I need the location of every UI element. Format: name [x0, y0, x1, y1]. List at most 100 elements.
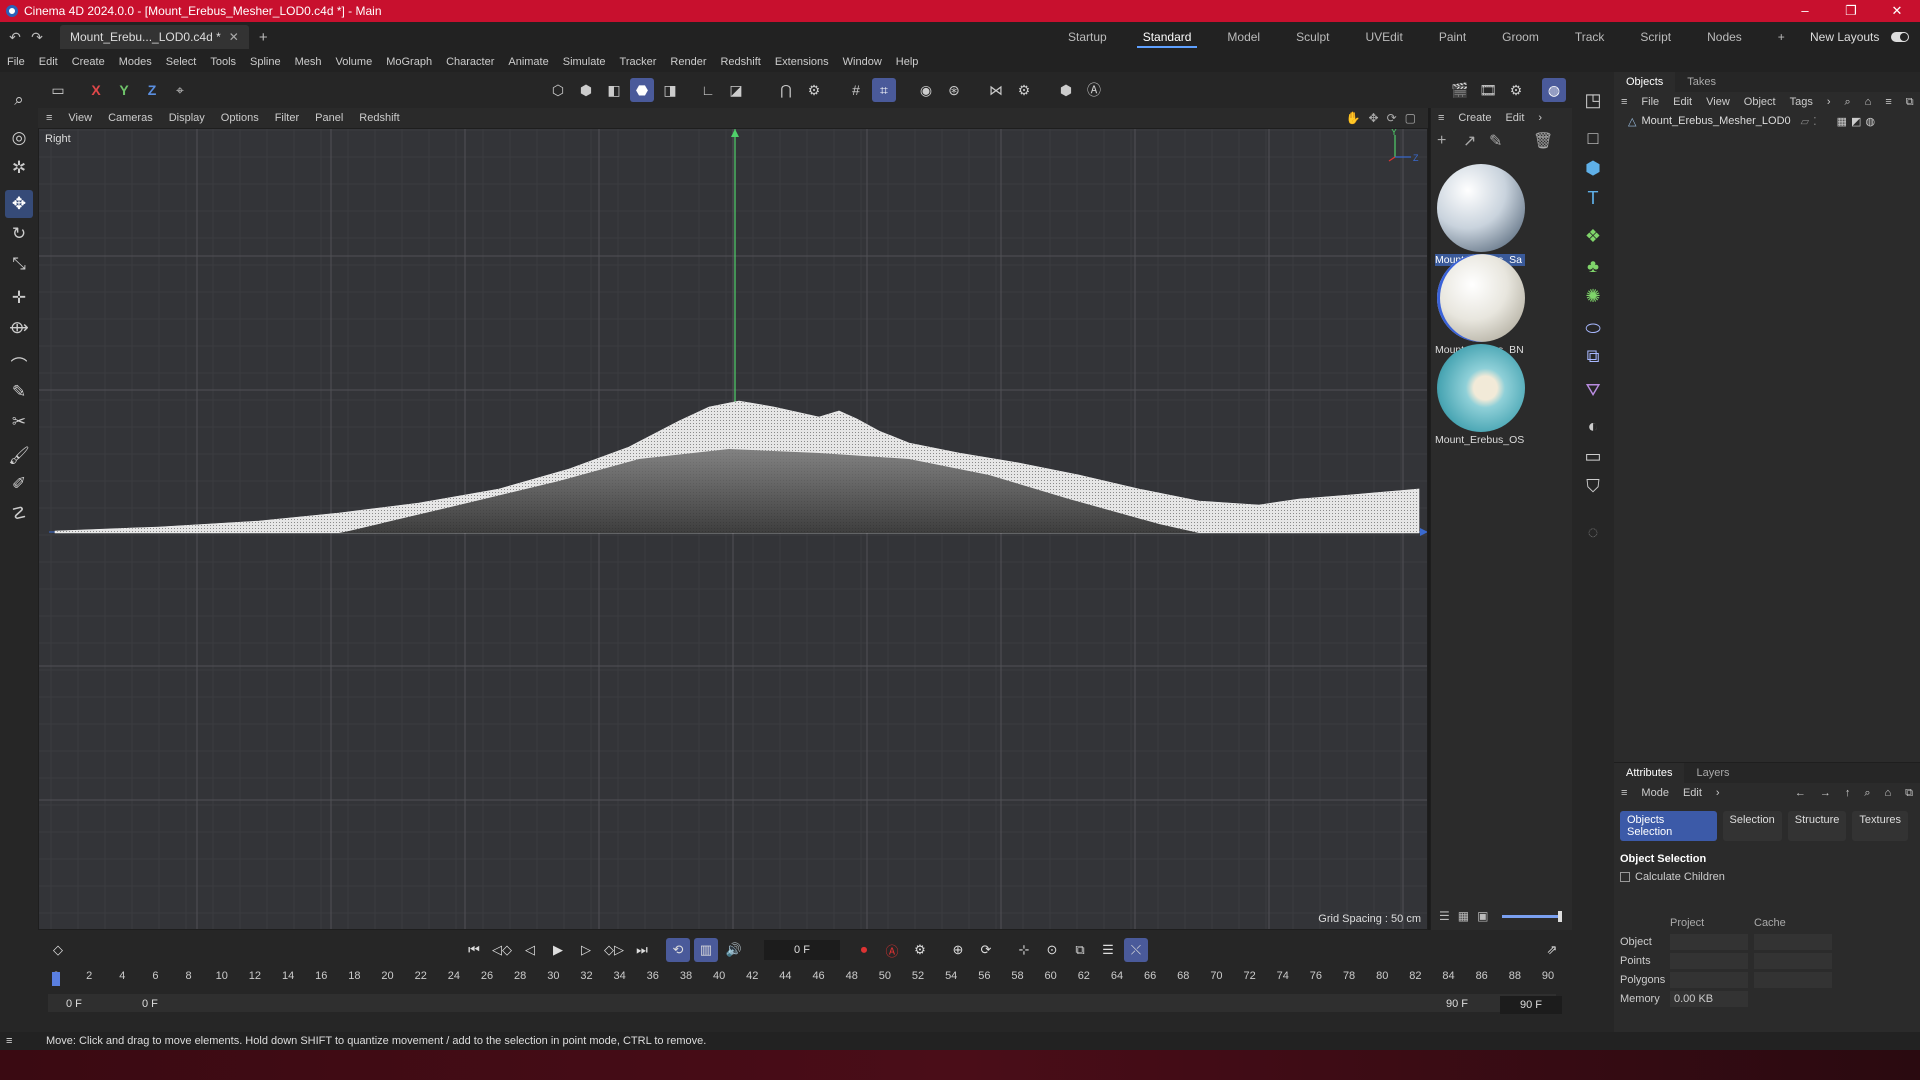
previous-frame-icon[interactable]: ◁ — [518, 938, 542, 962]
floor-icon[interactable]: ⛉ — [1579, 472, 1607, 500]
spline-pen-icon[interactable]: ⌒ — [5, 350, 33, 378]
apply-material-icon[interactable]: ↗ — [1463, 131, 1489, 151]
scheme-icon[interactable]: ☰ — [1096, 938, 1120, 962]
filter-icon[interactable]: ≡ — [1878, 96, 1898, 108]
menu-animate[interactable]: Animate — [501, 56, 555, 68]
viewport-hamburger-icon[interactable]: ≡ — [38, 112, 60, 124]
menu-tools[interactable]: Tools — [203, 56, 243, 68]
new-layouts[interactable]: New Layouts — [1810, 22, 1910, 52]
sound-icon[interactable]: 🔊 — [722, 938, 746, 962]
objects-menu-edit[interactable]: Edit — [1666, 96, 1699, 108]
viewport-menu-view[interactable]: View — [60, 112, 100, 124]
menu-simulate[interactable]: Simulate — [556, 56, 613, 68]
menu-render[interactable]: Render — [663, 56, 713, 68]
document-tab[interactable]: Mount_Erebu..._LOD0.c4d * ✕ — [60, 25, 249, 49]
snap-settings-icon[interactable]: ⚙ — [802, 78, 826, 102]
render-to-picture-viewer-icon[interactable]: 🎞 — [1476, 78, 1500, 102]
visibility-dots-icon[interactable]: ⁚ — [1813, 115, 1817, 128]
autokey-icon[interactable]: Ⓐ — [880, 938, 904, 962]
menu-tracker[interactable]: Tracker — [613, 56, 664, 68]
paint-icon[interactable]: ✐ — [5, 470, 33, 498]
autokey-icon[interactable]: Ⓐ — [1082, 78, 1106, 102]
soft-selection-icon[interactable]: ◉ — [914, 78, 938, 102]
new-window-icon[interactable]: ⧉ — [1899, 96, 1920, 109]
material-swatch-1[interactable]: Mount_Erebus_BN — [1435, 254, 1527, 356]
subtab-objects-selection[interactable]: Objects Selection — [1620, 811, 1717, 841]
go-to-end-icon[interactable]: ⏭ — [630, 938, 654, 962]
orbit-icon[interactable]: ⟳ — [1383, 111, 1401, 125]
menu-volume[interactable]: Volume — [329, 56, 380, 68]
preview-start[interactable]: 0 F — [142, 998, 158, 1010]
axis-mode-icon[interactable]: ∟ — [696, 78, 720, 102]
calculate-children-row[interactable]: Calculate Children — [1614, 865, 1920, 883]
layout-standard[interactable]: Standard — [1125, 22, 1210, 52]
field-icon[interactable]: ⧉ — [1579, 342, 1607, 370]
keyframe-icon[interactable]: ◇ — [46, 938, 70, 962]
null-object-icon[interactable]: □ — [1579, 124, 1607, 152]
objects-menu-view[interactable]: View — [1699, 96, 1737, 108]
record-param-icon[interactable]: ⊙ — [1040, 938, 1064, 962]
tab-objects[interactable]: Objects — [1614, 72, 1676, 92]
search-icon[interactable]: ⌕ — [5, 86, 33, 114]
range-start[interactable]: 0 F — [66, 998, 82, 1010]
objects-menu-object[interactable]: Object — [1737, 96, 1783, 108]
volume-icon[interactable]: ⛛ — [1579, 376, 1607, 404]
up-arrow-icon[interactable]: ↑ — [1838, 787, 1858, 799]
search-icon[interactable]: ⌕ — [1838, 96, 1858, 109]
cube-icon[interactable]: ⬢ — [1579, 154, 1607, 182]
preview-range-bar[interactable] — [48, 994, 1556, 1012]
redo-icon[interactable]: ↷ — [26, 29, 48, 46]
live-selection-icon[interactable]: ◎ — [5, 124, 33, 152]
tweak-icon[interactable]: ✲ — [5, 154, 33, 182]
chevron-right-icon[interactable]: › — [1531, 112, 1549, 124]
menu-file[interactable]: File — [0, 56, 32, 68]
subtab-structure[interactable]: Structure — [1787, 811, 1847, 841]
lock-workplane-icon[interactable]: ⊛ — [942, 78, 966, 102]
playhead[interactable] — [52, 972, 60, 986]
record-rotation-icon[interactable]: ⟳ — [974, 938, 998, 962]
axis-move-icon[interactable]: ✛ — [5, 284, 33, 312]
object-mode-icon[interactable]: ◨ — [658, 78, 682, 102]
layout-model[interactable]: Model — [1209, 22, 1278, 52]
lock-x-axis-button[interactable]: X — [84, 78, 108, 102]
rotate-tool-icon[interactable]: ↻ — [5, 220, 33, 248]
attributes-menu-mode[interactable]: Mode — [1634, 787, 1676, 799]
delete-material-icon[interactable]: 🗑 — [1533, 131, 1559, 151]
subtab-textures[interactable]: Textures — [1852, 811, 1908, 841]
timeline-graph-icon[interactable]: ⇗ — [1540, 938, 1564, 962]
material-hamburger-icon[interactable]: ≡ — [1431, 112, 1451, 124]
camera-icon[interactable]: ▭ — [1579, 442, 1607, 470]
playback-rate-icon[interactable]: ▥ — [694, 938, 718, 962]
material-swatch-2[interactable]: Mount_Erebus_OS — [1435, 344, 1527, 446]
range-end-field[interactable]: 90 F — [1500, 996, 1562, 1014]
menu-redshift[interactable]: Redshift — [713, 56, 767, 68]
material-menu-edit[interactable]: Edit — [1498, 112, 1531, 124]
close-tab-icon[interactable]: ✕ — [229, 30, 239, 44]
text-spline-icon[interactable]: T — [1579, 184, 1607, 212]
coordinate-system-icon[interactable]: ⌖ — [168, 78, 192, 102]
objects-menu-tags[interactable]: Tags — [1783, 96, 1820, 108]
workplane-icon[interactable]: ⌗ — [872, 78, 896, 102]
tab-attributes[interactable]: Attributes — [1614, 763, 1685, 783]
thumbnail-size-slider[interactable] — [1502, 910, 1563, 922]
attributes-menu-edit[interactable]: Edit — [1676, 787, 1709, 799]
menu-modes[interactable]: Modes — [112, 56, 159, 68]
brush-icon[interactable]: 🖌 — [5, 442, 33, 470]
chevron-right-icon[interactable]: › — [1820, 96, 1838, 108]
uvw-tag-icon[interactable]: ◩ — [1851, 115, 1861, 128]
snap-icon[interactable]: ⋂ — [774, 78, 798, 102]
menu-select[interactable]: Select — [159, 56, 204, 68]
object-row[interactable]: △ Mount_Erebus_Mesher_LOD0 ▱ ⁚ ▦ ◩ ◍ — [1614, 112, 1920, 130]
spline-sketch-icon[interactable]: ✎ — [5, 378, 33, 406]
menu-window[interactable]: Window — [836, 56, 889, 68]
back-arrow-icon[interactable]: ← — [1788, 787, 1813, 799]
new-layouts-toggle[interactable] — [1891, 32, 1910, 42]
layout-startup[interactable]: Startup — [1050, 22, 1125, 52]
material-menu-create[interactable]: Create — [1451, 112, 1498, 124]
viewport-menu-options[interactable]: Options — [213, 112, 267, 124]
subtab-selection[interactable]: Selection — [1722, 811, 1782, 841]
loop-icon[interactable]: ⟲ — [666, 938, 690, 962]
add-material-icon[interactable]: + — [1437, 132, 1463, 150]
menu-character[interactable]: Character — [439, 56, 501, 68]
layout-uvedit[interactable]: UVEdit — [1347, 22, 1420, 52]
